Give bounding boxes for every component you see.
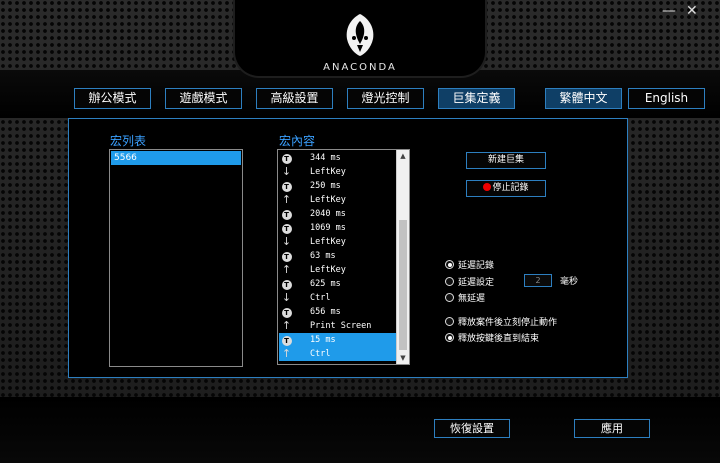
macro-list[interactable]: 5566	[109, 149, 243, 367]
release-until-end-label: 釋放按鍵後直到結束	[458, 334, 540, 344]
macro-content-row[interactable]: ↓ LeftKey	[279, 165, 396, 179]
macro-content-text: Ctrl	[310, 293, 331, 303]
macro-content-text: 656 ms	[310, 307, 341, 317]
macro-content-text: LeftKey	[310, 167, 346, 177]
macro-content-row[interactable]: T 2040 ms	[279, 207, 396, 221]
stop-record-button[interactable]: 停止記錄	[466, 180, 546, 197]
timer-icon: T	[281, 250, 292, 262]
radio-icon[interactable]	[445, 317, 454, 326]
apply-button[interactable]: 應用	[574, 419, 650, 438]
macro-content-text: 625 ms	[310, 279, 341, 289]
radio-icon[interactable]	[445, 277, 454, 286]
macro-content-text: LeftKey	[310, 265, 346, 275]
radio-icon[interactable]	[445, 293, 454, 302]
macro-list-item[interactable]: 5566	[111, 151, 241, 165]
timer-glyph: T	[281, 210, 292, 220]
macro-content-text: LeftKey	[310, 195, 346, 205]
radio-icon[interactable]	[445, 260, 454, 269]
restore-settings-button[interactable]: 恢復設置	[434, 419, 510, 438]
timer-glyph: T	[281, 224, 292, 234]
key-up-icon: ↑	[281, 193, 292, 206]
macro-content-row[interactable]: ↑ Ctrl	[279, 347, 396, 361]
minimize-button[interactable]: —	[662, 4, 676, 18]
tab-office-mode[interactable]: 辦公模式	[74, 88, 151, 109]
macro-content-row[interactable]: ↑ LeftKey	[279, 193, 396, 207]
macro-content-title: 宏內容	[279, 134, 316, 148]
scrollbar-thumb[interactable]	[399, 220, 407, 350]
timer-icon: T	[281, 334, 292, 346]
timer-icon: T	[281, 152, 292, 164]
macro-content-text: 2040 ms	[310, 209, 346, 219]
macro-content-text: 1069 ms	[310, 223, 346, 233]
timer-glyph: T	[281, 154, 292, 164]
stop-record-label: 停止記錄	[492, 183, 529, 193]
brand-name: ANACONDA	[323, 62, 397, 73]
timer-icon: T	[281, 222, 292, 234]
macro-content-row[interactable]: ↓ Ctrl	[279, 291, 396, 305]
timer-glyph: T	[281, 252, 292, 262]
tab-lighting-control[interactable]: 燈光控制	[347, 88, 424, 109]
new-macro-button[interactable]: 新建巨集	[466, 152, 546, 169]
delay-record-option[interactable]: 延遲記錄	[445, 258, 494, 271]
macro-content-row[interactable]: T 15 ms	[279, 333, 396, 347]
record-dot-icon	[483, 183, 492, 191]
macro-content-text: 344 ms	[310, 153, 341, 163]
macro-content-text: Print Screen	[310, 321, 372, 331]
delay-input[interactable]: 2	[524, 274, 552, 287]
key-up-icon: ↑	[281, 319, 292, 332]
macro-content-row[interactable]: ↑ Print Screen	[279, 319, 396, 333]
scrollbar[interactable]: ▲ ▼	[396, 150, 409, 364]
macro-content-row[interactable]: T 1069 ms	[279, 221, 396, 235]
timer-icon: T	[281, 278, 292, 290]
release-stop-label: 釋放案件後立刻停止動作	[458, 318, 558, 328]
language-traditional-chinese[interactable]: 繁體中文	[545, 88, 622, 109]
delay-record-label: 延遲記錄	[458, 261, 495, 271]
macro-content-row[interactable]: ↓ LeftKey	[279, 235, 396, 249]
macro-content-row[interactable]: T 250 ms	[279, 179, 396, 193]
key-up-icon: ↑	[281, 263, 292, 276]
macro-content-text: 15 ms	[310, 335, 336, 345]
key-up-icon: ↑	[281, 347, 292, 360]
timer-glyph: T	[281, 182, 292, 192]
delay-set-label: 延遲設定	[458, 278, 495, 288]
anaconda-logo-icon	[346, 14, 374, 56]
tab-macro-definition[interactable]: 巨集定義	[438, 88, 515, 109]
macro-content-text: LeftKey	[310, 237, 346, 247]
delay-unit-label: 毫秒	[560, 277, 579, 287]
timer-icon: T	[281, 180, 292, 192]
macro-content-row[interactable]: T 344 ms	[279, 151, 396, 165]
macro-content-text: 250 ms	[310, 181, 341, 191]
tab-advanced-settings[interactable]: 高級設置	[256, 88, 333, 109]
timer-icon: T	[281, 208, 292, 220]
radio-icon[interactable]	[445, 333, 454, 342]
macro-panel: 宏列表 5566 宏內容 T 344 ms ↓ LeftKey T 250 ms ↑ Left…	[68, 118, 628, 378]
timer-icon: T	[281, 306, 292, 318]
language-english[interactable]: English	[628, 88, 705, 109]
macro-content-row[interactable]: ↑ LeftKey	[279, 263, 396, 277]
macro-content-row[interactable]: T 656 ms	[279, 305, 396, 319]
tab-game-mode[interactable]: 遊戲模式	[165, 88, 242, 109]
macro-content-row[interactable]: T 63 ms	[279, 249, 396, 263]
key-down-icon: ↓	[281, 291, 292, 304]
no-delay-label: 無延遲	[458, 294, 486, 304]
macro-content-text: 63 ms	[310, 251, 336, 261]
macro-content-row[interactable]: T 625 ms	[279, 277, 396, 291]
key-down-icon: ↓	[281, 235, 292, 248]
timer-glyph: T	[281, 308, 292, 318]
app-window: ANACONDA — ✕ 辦公模式 遊戲模式 高級設置 燈光控制 巨集定義 繁體…	[0, 0, 720, 463]
release-until-end-option[interactable]: 釋放按鍵後直到結束	[445, 331, 539, 344]
scroll-up-icon[interactable]: ▲	[397, 150, 409, 162]
close-button[interactable]: ✕	[686, 4, 698, 18]
no-delay-option[interactable]: 無延遲	[445, 291, 485, 304]
timer-glyph: T	[281, 336, 292, 346]
release-stop-option[interactable]: 釋放案件後立刻停止動作	[445, 315, 557, 328]
timer-glyph: T	[281, 280, 292, 290]
key-down-icon: ↓	[281, 165, 292, 178]
macro-list-title: 宏列表	[110, 134, 147, 148]
delay-set-option[interactable]: 延遲設定	[445, 275, 494, 288]
macro-content-list[interactable]: T 344 ms ↓ LeftKey T 250 ms ↑ LeftKey T 2040 ms T 1…	[277, 149, 410, 365]
scroll-down-icon[interactable]: ▼	[397, 352, 409, 364]
macro-content-text: Ctrl	[310, 349, 331, 359]
